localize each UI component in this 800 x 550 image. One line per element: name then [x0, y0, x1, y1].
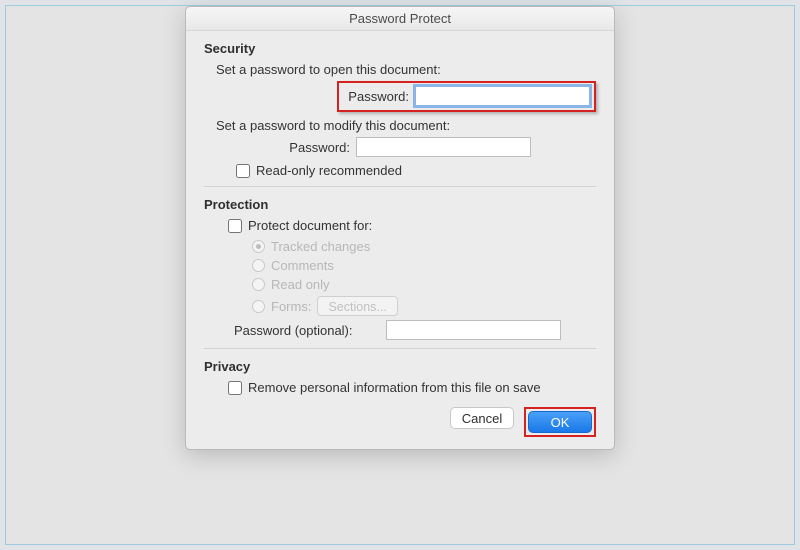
- read-only-checkbox[interactable]: [236, 164, 250, 178]
- radio-read-only-label: Read only: [271, 277, 330, 292]
- open-password-row: x Password:: [216, 81, 596, 112]
- ok-button[interactable]: OK: [528, 411, 592, 433]
- remove-personal-label: Remove personal information from this fi…: [248, 380, 541, 395]
- open-password-field-label: Password:: [343, 89, 415, 104]
- radio-tracked-changes-label: Tracked changes: [271, 239, 370, 254]
- divider-2: [204, 348, 596, 349]
- password-protect-dialog: Password Protect Security Set a password…: [185, 6, 615, 450]
- modify-password-row: Password:: [216, 137, 596, 157]
- cancel-button[interactable]: Cancel: [450, 407, 514, 429]
- modify-password-field-label: Password:: [216, 140, 356, 155]
- dialog-titlebar: Password Protect: [186, 7, 614, 31]
- protect-for-checkbox[interactable]: [228, 219, 242, 233]
- dialog-content: Security Set a password to open this doc…: [186, 31, 614, 449]
- radio-comments[interactable]: [252, 259, 265, 272]
- open-password-highlight: Password:: [337, 81, 596, 112]
- protect-for-row: Protect document for:: [228, 218, 596, 233]
- remove-personal-row: Remove personal information from this fi…: [228, 380, 596, 395]
- open-password-description: Set a password to open this document:: [216, 62, 596, 77]
- sections-button[interactable]: Sections...: [317, 296, 397, 316]
- radio-tracked-changes-row: Tracked changes: [252, 239, 596, 254]
- radio-forms-label: Forms:: [271, 299, 311, 314]
- radio-forms[interactable]: [252, 300, 265, 313]
- modify-password-input[interactable]: [356, 137, 531, 157]
- ok-button-highlight: OK: [524, 407, 596, 437]
- protection-radio-group: Tracked changes Comments Read only Forms…: [252, 239, 596, 316]
- open-password-input[interactable]: [415, 86, 590, 106]
- security-heading: Security: [204, 41, 596, 56]
- dialog-button-row: Cancel OK: [204, 401, 596, 437]
- password-optional-label: Password (optional):: [234, 323, 386, 338]
- protection-heading: Protection: [204, 197, 596, 212]
- radio-comments-row: Comments: [252, 258, 596, 273]
- radio-comments-label: Comments: [271, 258, 334, 273]
- protect-for-label: Protect document for:: [248, 218, 372, 233]
- page-background: Password Protect Security Set a password…: [5, 5, 795, 545]
- modify-password-description: Set a password to modify this document:: [216, 118, 596, 133]
- divider-1: [204, 186, 596, 187]
- radio-tracked-changes[interactable]: [252, 240, 265, 253]
- read-only-row: Read-only recommended: [236, 163, 596, 178]
- password-optional-input[interactable]: [386, 320, 561, 340]
- remove-personal-checkbox[interactable]: [228, 381, 242, 395]
- radio-forms-row: Forms: Sections...: [252, 296, 596, 316]
- radio-read-only[interactable]: [252, 278, 265, 291]
- read-only-label: Read-only recommended: [256, 163, 402, 178]
- password-optional-row: Password (optional):: [216, 320, 596, 340]
- dialog-title: Password Protect: [349, 11, 451, 26]
- privacy-heading: Privacy: [204, 359, 596, 374]
- radio-read-only-row: Read only: [252, 277, 596, 292]
